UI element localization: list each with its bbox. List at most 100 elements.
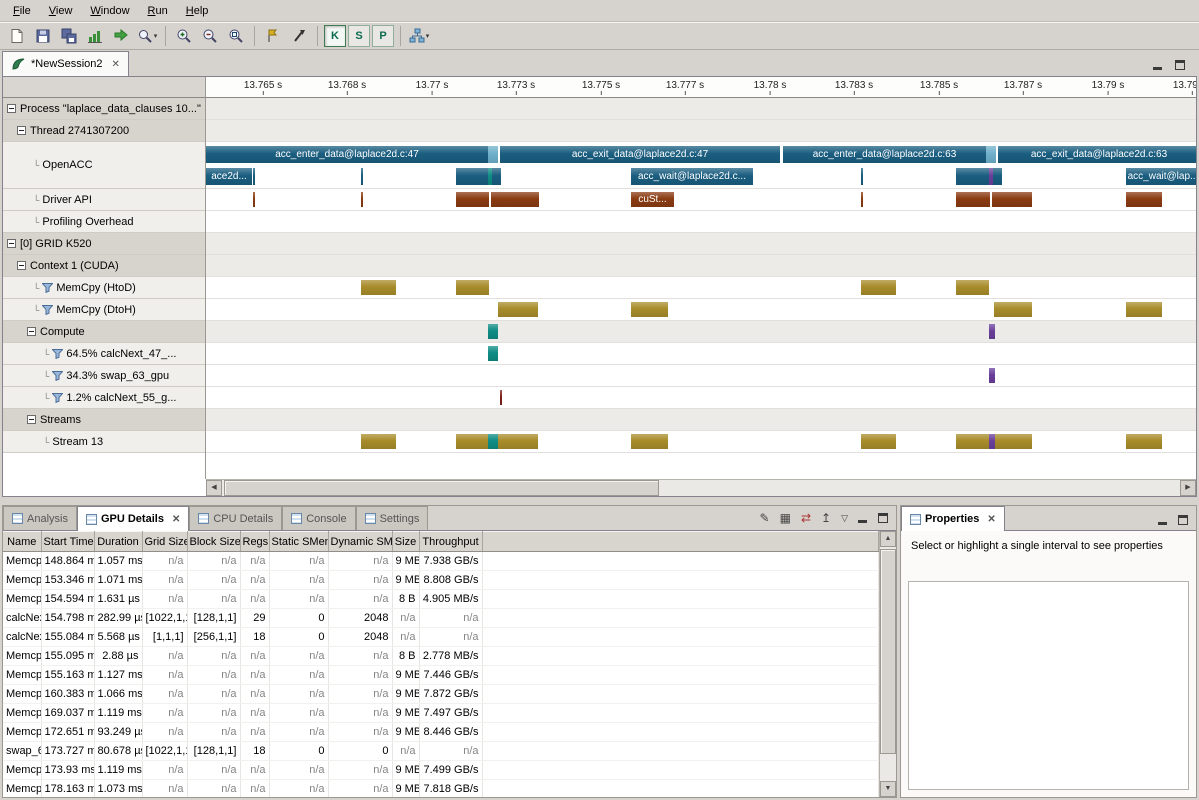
maximize-icon[interactable] xyxy=(878,513,888,523)
timeline-bar[interactable] xyxy=(488,434,498,449)
timeline-lane-compute[interactable] xyxy=(206,321,1196,343)
tab-console[interactable]: Console xyxy=(282,506,355,530)
menu-item-run[interactable]: Run xyxy=(139,2,177,20)
timeline-bar[interactable] xyxy=(1126,302,1162,317)
timeline-bar[interactable] xyxy=(993,168,1002,185)
column-header-dynamic-smem[interactable]: Dynamic SMem xyxy=(328,532,392,552)
table-row[interactable]: Memcpy DtoH153.346 ms1.071 msn/an/an/an/… xyxy=(3,571,879,590)
timeline-bar[interactable] xyxy=(488,346,498,361)
tree-row-0-grid-k520[interactable]: [0] GRID K520 xyxy=(3,233,205,255)
menu-item-window[interactable]: Window xyxy=(81,2,138,20)
hscrollbar-thumb[interactable] xyxy=(224,480,659,496)
tree-row-64-5-calcnext-47[interactable]: └64.5% calcNext_47_... xyxy=(3,343,205,365)
scroll-up-icon[interactable]: ▲ xyxy=(880,531,896,547)
timeline-ruler[interactable]: 13.765 s13.768 s13.77 s13.773 s13.775 s1… xyxy=(206,77,1196,98)
timeline-bar[interactable]: acc_exit_data@laplace2d.c:47 xyxy=(500,146,780,163)
timeline-bar[interactable] xyxy=(498,302,538,317)
edit-pencil-icon[interactable]: ✎ xyxy=(760,511,770,525)
timeline-bar[interactable]: acc_enter_data@laplace2d.c:63 xyxy=(783,146,986,163)
session-tab[interactable]: *NewSession2 ✕ xyxy=(2,51,129,76)
tree-row-streams[interactable]: Streams xyxy=(3,409,205,431)
timeline-bar[interactable] xyxy=(456,192,489,207)
table-row[interactable]: swap_63_gpu173.727 ms80.678 µs[1022,1,1]… xyxy=(3,742,879,761)
minimize-icon[interactable] xyxy=(1153,61,1163,70)
timeline-bar[interactable] xyxy=(631,434,668,449)
timeline-bar[interactable] xyxy=(492,168,501,185)
filter-funnel-icon[interactable] xyxy=(52,392,63,403)
table-row[interactable]: Memcpy HtoD173.93 ms1.119 msn/an/an/an/a… xyxy=(3,761,879,780)
menu-item-help[interactable]: Help xyxy=(177,2,218,20)
table-row[interactable]: Memcpy DtoH155.095 ms2.88 µsn/an/an/an/a… xyxy=(3,647,879,666)
timeline-bar[interactable] xyxy=(992,192,1032,207)
tree-row-memcpy-htod[interactable]: └MemCpy (HtoD) xyxy=(3,277,205,299)
timeline-lane-streams[interactable] xyxy=(206,409,1196,431)
zoom-reset-button[interactable] xyxy=(224,24,248,48)
timeline-lane-driver-api[interactable]: cuSt... xyxy=(206,189,1196,211)
tab-cpu-details[interactable]: CPU Details xyxy=(189,506,282,530)
timeline-lane-context-1-cuda[interactable] xyxy=(206,255,1196,277)
timeline-bar[interactable] xyxy=(361,434,396,449)
timeline-bar[interactable] xyxy=(253,168,255,185)
tree-row-memcpy-dtoh[interactable]: └MemCpy (DtoH) xyxy=(3,299,205,321)
search-button[interactable]: ▾ xyxy=(135,24,159,48)
collapse-expander-icon[interactable] xyxy=(17,126,26,135)
timeline-lane-memcpy-dtoh[interactable] xyxy=(206,299,1196,321)
maximize-icon[interactable] xyxy=(1175,60,1185,70)
timeline-bar[interactable] xyxy=(253,192,255,207)
column-header-name[interactable]: Name xyxy=(3,532,41,552)
tab-analysis[interactable]: Analysis xyxy=(3,506,77,530)
table-row[interactable]: Memcpy HtoD154.594 ms1.631 µsn/an/an/an/… xyxy=(3,590,879,609)
save-button[interactable] xyxy=(31,24,55,48)
tree-row-openacc[interactable]: └OpenACC xyxy=(3,142,205,189)
table-row[interactable]: Memcpy DtoH172.651 ms93.249 µsn/an/an/an… xyxy=(3,723,879,742)
table-row[interactable]: Memcpy HtoD169.037 ms1.119 msn/an/an/an/… xyxy=(3,704,879,723)
timeline-bar[interactable] xyxy=(956,168,989,185)
timeline-lane-profiling-overhead[interactable] xyxy=(206,211,1196,233)
scroll-right-icon[interactable]: ▶ xyxy=(1180,480,1196,496)
collapse-expander-icon[interactable] xyxy=(7,104,16,113)
tree-row-context-1-cuda[interactable]: Context 1 (CUDA) xyxy=(3,255,205,277)
table-row[interactable]: Memcpy HtoD160.383 ms1.066 msn/an/an/an/… xyxy=(3,685,879,704)
column-header-throughput[interactable]: Throughput xyxy=(419,532,482,552)
scroll-down-icon[interactable]: ▼ xyxy=(880,781,896,797)
zoom-in-button[interactable] xyxy=(172,24,196,48)
collapse-expander-icon[interactable] xyxy=(27,415,36,424)
zoom-out-button[interactable] xyxy=(198,24,222,48)
timeline-lane-34-3-swap-63-gpu[interactable] xyxy=(206,365,1196,387)
process-timeline-toggle[interactable]: P xyxy=(372,25,394,47)
filter-funnel-icon[interactable] xyxy=(52,370,63,381)
timeline-bar[interactable] xyxy=(488,146,498,163)
table-row[interactable]: Memcpy HtoD148.864 ms1.057 msn/an/an/an/… xyxy=(3,552,879,571)
timeline-lane-0-grid-k520[interactable] xyxy=(206,233,1196,255)
column-header-static-smem[interactable]: Static SMem xyxy=(269,532,328,552)
scroll-left-icon[interactable]: ◀ xyxy=(206,480,222,496)
table-row[interactable]: calcNext_47_gpu154.798 ms282.99 µs[1022,… xyxy=(3,609,879,628)
timeline-bar[interactable] xyxy=(456,168,488,185)
timeline-bar[interactable] xyxy=(861,168,863,185)
export-button[interactable] xyxy=(109,24,133,48)
view-menu-icon[interactable]: ▽ xyxy=(841,513,848,524)
timeline-bar[interactable] xyxy=(456,434,488,449)
timeline-bar[interactable]: cuSt... xyxy=(631,192,674,207)
timeline-bar[interactable] xyxy=(989,324,995,339)
timeline-bar[interactable] xyxy=(500,390,502,405)
timeline-hscrollbar[interactable]: ◀ ▶ xyxy=(206,479,1196,496)
collapse-expander-icon[interactable] xyxy=(27,327,36,336)
column-header-start-time[interactable]: Start Time xyxy=(41,532,94,552)
collapse-expander-icon[interactable] xyxy=(17,261,26,270)
timeline-bar[interactable] xyxy=(488,324,498,339)
details-vscrollbar[interactable]: ▲ ▼ xyxy=(879,531,896,797)
timeline-bar[interactable] xyxy=(956,434,989,449)
table-row[interactable]: calcNext_55_gpu155.084 ms5.568 µs[1,1,1]… xyxy=(3,628,879,647)
maximize-icon[interactable] xyxy=(1178,515,1188,525)
menu-item-view[interactable]: View xyxy=(40,2,82,20)
sync-arrows-icon[interactable]: ⇄ xyxy=(801,511,811,525)
vscrollbar-thumb[interactable] xyxy=(880,549,896,754)
tree-row-profiling-overhead[interactable]: └Profiling Overhead xyxy=(3,211,205,233)
close-icon[interactable]: ✕ xyxy=(112,59,120,70)
timeline-bar[interactable] xyxy=(861,434,896,449)
column-header-block-size[interactable]: Block Size xyxy=(187,532,240,552)
column-header-filler[interactable] xyxy=(482,532,879,552)
timeline-bar[interactable]: acc_wait@lap... xyxy=(1126,168,1196,185)
tree-row-stream-13[interactable]: └Stream 13 xyxy=(3,431,205,453)
